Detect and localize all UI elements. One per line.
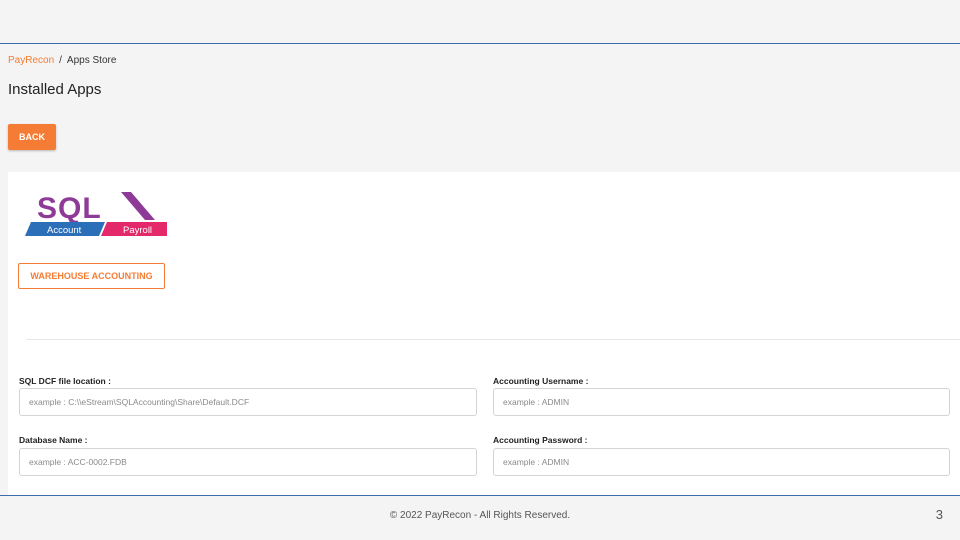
breadcrumb-home-link[interactable]: PayRecon — [8, 55, 54, 66]
accounting-username-input[interactable] — [493, 388, 950, 416]
page-number: 3 — [935, 507, 943, 522]
accounting-password-label: Accounting Password : — [493, 435, 588, 445]
warehouse-accounting-button[interactable]: WAREHOUSE ACCOUNTING — [18, 263, 165, 289]
database-name-input[interactable] — [19, 448, 477, 476]
app-config-card: SQL Account Payroll WAREHOUSE ACCOUNTING… — [8, 172, 960, 495]
database-name-label: Database Name : — [19, 435, 88, 445]
breadcrumb: PayRecon / Apps Store — [8, 55, 116, 66]
sql-account-payroll-logo: SQL Account Payroll — [25, 186, 167, 244]
dcf-location-label: SQL DCF file location : — [19, 376, 111, 386]
accounting-username-label: Accounting Username : — [493, 376, 589, 386]
dcf-location-input[interactable] — [19, 388, 477, 416]
breadcrumb-current: Apps Store — [66, 55, 117, 66]
footer: © 2022 PayRecon - All Rights Reserved. 3 — [0, 496, 960, 540]
svg-text:Account: Account — [47, 225, 82, 236]
back-button[interactable]: BACK — [8, 124, 56, 150]
accounting-password-input[interactable] — [493, 448, 950, 476]
svg-text:Payroll: Payroll — [123, 225, 152, 236]
section-divider — [26, 339, 960, 340]
page-title: Installed Apps — [8, 81, 102, 98]
copyright-text: © 2022 PayRecon - All Rights Reserved. — [389, 510, 571, 521]
top-divider — [0, 43, 960, 44]
breadcrumb-separator: / — [59, 55, 62, 66]
svg-text:SQL: SQL — [37, 192, 102, 225]
